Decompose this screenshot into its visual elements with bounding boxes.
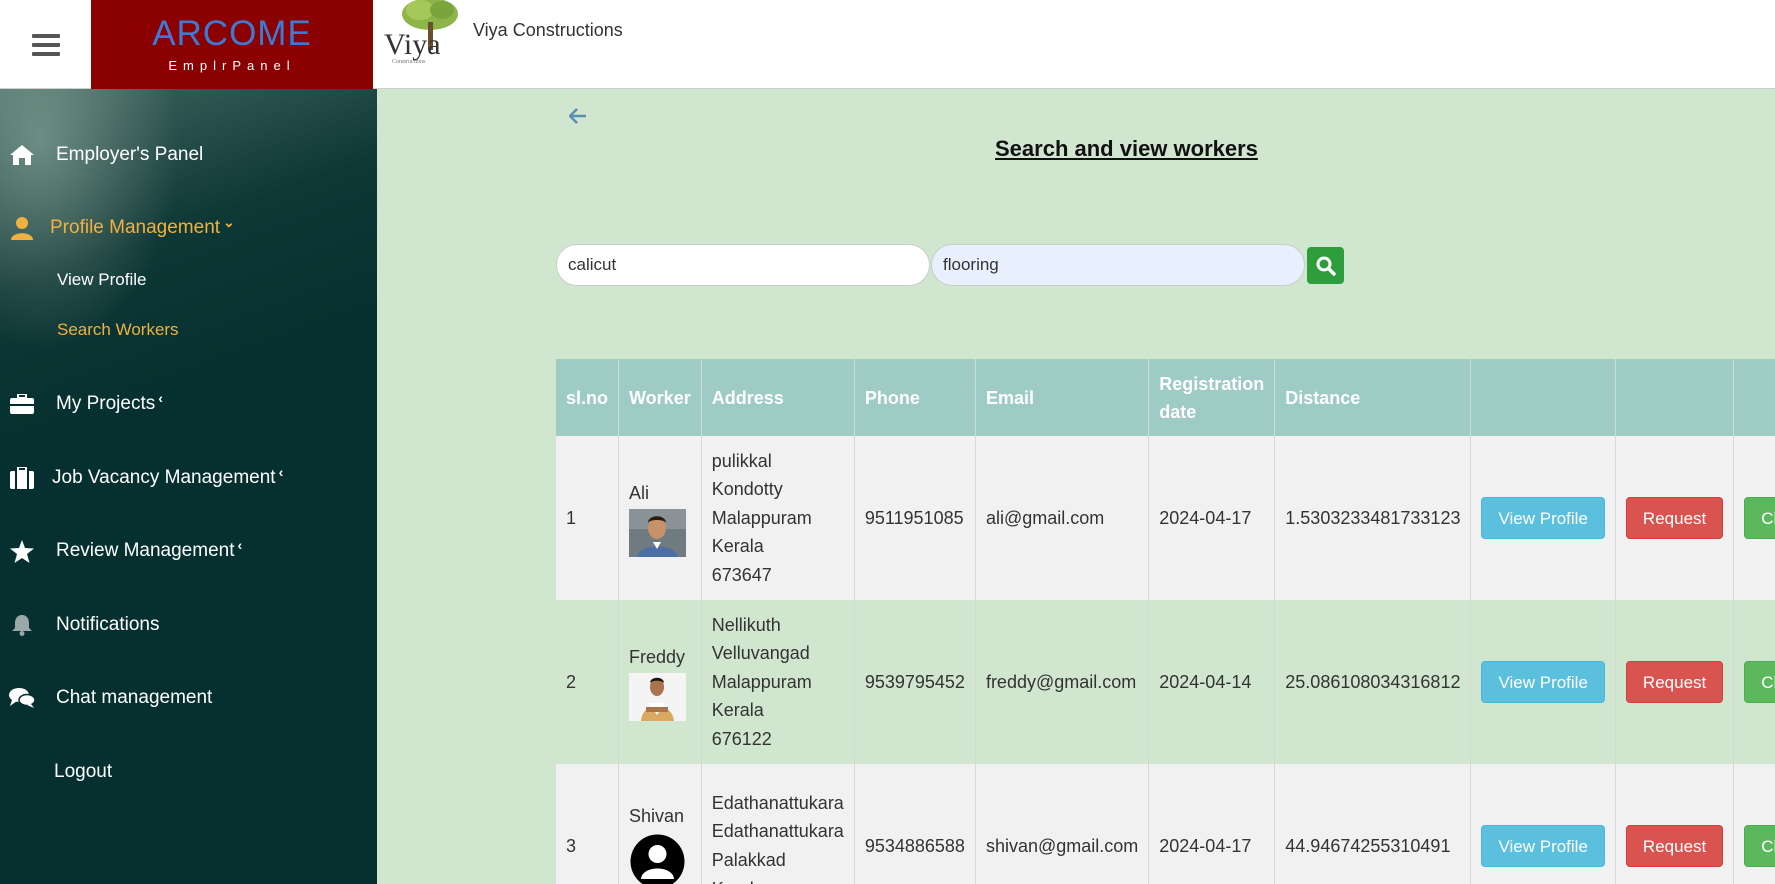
location-search-input[interactable] <box>556 244 930 286</box>
home-icon <box>9 142 35 168</box>
hamburger-icon <box>31 29 60 61</box>
cell-slno: 3 <box>556 764 620 884</box>
view-profile-button[interactable]: View Profile <box>1481 497 1605 539</box>
chevron-down-icon: ⌄ <box>223 213 235 230</box>
table-row: 1 Ali pulikkal Kondotty Malappuram Keral… <box>556 436 1775 600</box>
cell-worker: Freddy <box>618 600 702 764</box>
table-row: 2 Freddy Nellikuth Velluvangad Malappura… <box>556 600 1775 764</box>
cell-phone: 9511951085 <box>854 436 976 600</box>
sidebar-subitem-search-workers[interactable]: Search Workers <box>57 320 179 340</box>
worker-photo <box>629 673 687 722</box>
sidebar-item-employers-panel[interactable]: Employer's Panel <box>0 142 377 168</box>
column-header: Email <box>975 359 1150 436</box>
cell-address: Edathanattukara Edathanattukara Palakkad… <box>701 764 855 884</box>
cell-phone: 9539795452 <box>854 600 976 764</box>
sidebar-item-review-management[interactable]: Review Management ‹ <box>0 537 377 564</box>
company-logo: Viya Constructions <box>384 0 458 65</box>
skill-search-input[interactable] <box>931 244 1305 286</box>
cell-distance: 25.086108034316812 <box>1274 600 1472 764</box>
sidebar-item-label: Employer's Panel <box>56 144 204 165</box>
chevron-left-icon: ‹ <box>158 390 163 406</box>
cell-registration-date: 2024-04-14 <box>1148 600 1276 764</box>
column-header: sl.no <box>556 359 620 436</box>
sidebar-item-label: Job Vacancy Management <box>52 467 276 488</box>
back-arrow-icon[interactable] <box>568 104 587 130</box>
cell-registration-date: 2024-04-17 <box>1148 764 1276 884</box>
sidebar-subitem-view-profile[interactable]: View Profile <box>57 270 146 290</box>
sidebar-item-label: Review Management <box>56 540 235 561</box>
request-button[interactable]: Request <box>1625 661 1724 703</box>
chevron-left-icon: ‹ <box>237 537 243 553</box>
request-button[interactable]: Request <box>1625 497 1724 539</box>
cell-address: Nellikuth Velluvangad Malappuram Kerala … <box>701 600 855 764</box>
brand-panel: ARCOME EmplrPanel <box>91 0 373 89</box>
default-avatar-icon <box>630 834 685 884</box>
cell-slno: 1 <box>556 436 620 600</box>
sidebar-item-label: Profile Management <box>50 217 221 238</box>
svg-text:Constructions: Constructions <box>392 59 426 65</box>
suitcase-icon <box>9 465 35 491</box>
cell-distance: 1.5303233481733123 <box>1274 436 1472 600</box>
brand-title: ARCOME <box>152 14 312 53</box>
cell-worker: Ali <box>618 436 702 600</box>
sidebar-item-label: Chat management <box>56 687 213 708</box>
chat-button[interactable]: Chat <box>1744 497 1775 539</box>
logo-text: Viya <box>384 28 441 61</box>
star-icon <box>9 538 35 564</box>
view-profile-button[interactable]: View Profile <box>1481 661 1605 703</box>
sidebar-item-profile-management[interactable]: Profile Management ⌄ <box>0 213 377 241</box>
view-profile-button[interactable]: View Profile <box>1481 825 1605 867</box>
company-name: Viya Constructions <box>473 20 623 40</box>
sidebar: Employer's Panel Profile Management ⌄ Vi… <box>0 89 377 884</box>
column-header <box>1733 359 1775 436</box>
menu-toggle-button[interactable] <box>0 0 91 89</box>
column-header: Worker <box>618 359 702 436</box>
sidebar-item-label: Logout <box>54 761 113 782</box>
search-icon <box>1316 256 1336 276</box>
worker-photo <box>629 509 687 558</box>
user-icon <box>9 215 35 241</box>
sidebar-item-my-projects[interactable]: My Projects ‹ <box>0 390 377 417</box>
cell-email: shivan@gmail.com <box>975 764 1150 884</box>
column-header <box>1470 359 1616 436</box>
sidebar-item-notifications[interactable]: Notifications <box>0 612 377 638</box>
chat-button[interactable]: Chat <box>1744 661 1775 703</box>
column-header: Registration date <box>1148 359 1276 436</box>
chevron-left-icon: ‹ <box>278 464 284 480</box>
sidebar-item-chat-management[interactable]: Chat management <box>0 685 377 711</box>
table-row: 3 Shivan Edathanattukara Edathanattukara… <box>556 764 1775 884</box>
table-header-row: sl.no Worker Address Phone Email Registr… <box>556 359 1775 436</box>
cell-registration-date: 2024-04-17 <box>1148 436 1276 600</box>
cell-distance: 44.94674255310491 <box>1274 764 1472 884</box>
sidebar-item-label: My Projects <box>56 393 156 414</box>
column-header: Distance <box>1274 359 1472 436</box>
chat-button[interactable]: Chat <box>1744 825 1775 867</box>
page-title: Search and view workers <box>995 136 1258 161</box>
cell-address: pulikkal Kondotty Malappuram Kerala 6736… <box>701 436 855 600</box>
cell-email: ali@gmail.com <box>975 436 1150 600</box>
request-button[interactable]: Request <box>1625 825 1724 867</box>
worker-name: Freddy <box>629 646 686 667</box>
cell-email: freddy@gmail.com <box>975 600 1150 764</box>
cell-phone: 9534886588 <box>854 764 976 884</box>
sidebar-item-job-vacancy-management[interactable]: Job Vacancy Management ‹ <box>0 464 377 491</box>
search-button[interactable] <box>1307 247 1344 284</box>
column-header: Address <box>701 359 855 436</box>
cell-worker: Shivan <box>618 764 702 884</box>
briefcase-icon <box>9 391 35 417</box>
column-header <box>1615 359 1735 436</box>
workers-table: sl.no Worker Address Phone Email Registr… <box>556 359 1775 884</box>
bell-icon <box>9 612 35 638</box>
top-header: ARCOME EmplrPanel Viya Constructions Viy… <box>0 0 1775 89</box>
column-header: Phone <box>854 359 976 436</box>
sidebar-item-logout[interactable]: Logout <box>0 759 377 785</box>
brand-subtitle: EmplrPanel <box>168 58 296 73</box>
cell-slno: 2 <box>556 600 620 764</box>
worker-name: Ali <box>629 482 650 503</box>
sidebar-item-label: Notifications <box>56 614 160 635</box>
worker-name: Shivan <box>629 806 685 827</box>
chat-icon <box>9 685 35 711</box>
